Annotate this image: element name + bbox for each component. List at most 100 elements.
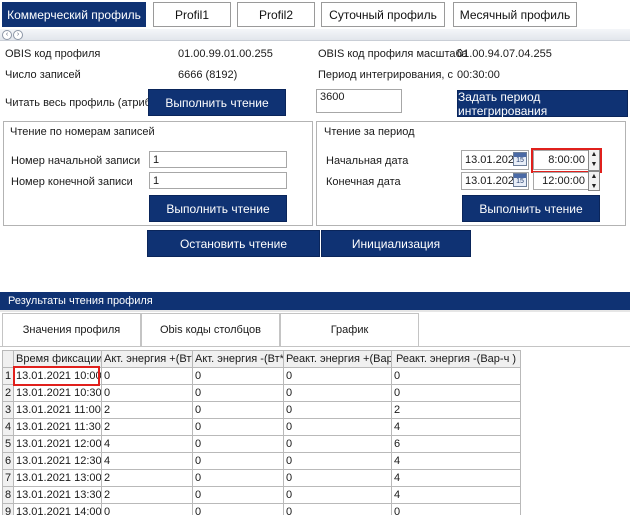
integration-period-label: Период интегрирования, с (318, 69, 454, 81)
cell-active-minus[interactable]: 0 (192, 401, 284, 419)
subtab-profile-values[interactable]: Значения профиля (2, 313, 141, 346)
cell-active-plus[interactable]: 4 (101, 452, 193, 470)
subtab-chart[interactable]: График (280, 313, 419, 346)
cell-time[interactable]: 13.01.2021 11:00:00 (13, 401, 102, 419)
row-number: 7 (2, 469, 14, 487)
cell-active-minus[interactable]: 0 (192, 503, 284, 515)
subtab-divider (0, 346, 630, 347)
tab-daily-profile[interactable]: Суточный профиль (321, 2, 445, 27)
tab-commercial-profile[interactable]: Коммерческий профиль (2, 2, 146, 27)
records-value: 6666 (8192) (178, 69, 238, 81)
cell-active-minus[interactable]: 0 (192, 384, 284, 402)
tab-monthly-profile[interactable]: Месячный профиль (453, 2, 577, 27)
column-header[interactable]: Акт. энергия +(Вт*ч ) (101, 350, 193, 368)
cell-time[interactable]: 13.01.2021 13:00:00 (13, 469, 102, 487)
cell-reactive-minus[interactable]: 0 (391, 367, 521, 385)
cell-time[interactable]: 13.01.2021 12:00:00 (13, 435, 102, 453)
cell-active-plus[interactable]: 4 (101, 435, 193, 453)
period-input[interactable]: 3600 (316, 89, 402, 113)
cell-active-minus[interactable]: 0 (192, 452, 284, 470)
obis-value: 01.00.99.01.00.255 (178, 48, 273, 60)
highlight-first-time (13, 366, 100, 386)
table-row[interactable]: 713.01.2021 13:00:002004 (2, 469, 521, 487)
end-date-label: Конечная дата (326, 176, 401, 188)
table-row[interactable]: 913.01.2021 14:00:000000 (2, 503, 521, 515)
column-header[interactable]: Реакт. энергия -(Вар-ч ) (391, 350, 521, 368)
set-period-button[interactable]: Задать период интегрирования (457, 90, 628, 118)
read-all-button[interactable]: Выполнить чтение (148, 89, 286, 116)
table-row[interactable]: 513.01.2021 12:00:004006 (2, 435, 521, 453)
cell-active-minus[interactable]: 0 (192, 469, 284, 487)
cell-reactive-plus[interactable]: 0 (283, 469, 392, 487)
cell-reactive-minus[interactable]: 4 (391, 418, 521, 436)
cell-reactive-plus[interactable]: 0 (283, 384, 392, 402)
cell-active-plus[interactable]: 0 (101, 503, 193, 515)
forward-icon[interactable]: › (13, 30, 23, 40)
cell-time[interactable]: 13.01.2021 14:00:00 (13, 503, 102, 515)
cell-active-plus[interactable]: 2 (101, 469, 193, 487)
table-header-row: Время фиксации Акт. энергия +(Вт*ч ) Акт… (2, 350, 521, 368)
cell-reactive-minus[interactable]: 6 (391, 435, 521, 453)
cell-reactive-minus[interactable]: 4 (391, 486, 521, 504)
cell-reactive-plus[interactable]: 0 (283, 503, 392, 515)
table-row[interactable]: 813.01.2021 13:30:002004 (2, 486, 521, 504)
tab-profil2[interactable]: Profil2 (237, 2, 315, 27)
row-number: 8 (2, 486, 14, 504)
cell-reactive-plus[interactable]: 0 (283, 418, 392, 436)
obis-scale-value: 01.00.94.07.04.255 (457, 48, 552, 60)
cell-reactive-minus[interactable]: 2 (391, 401, 521, 419)
start-date-label: Начальная дата (326, 155, 409, 167)
end-time-spinner[interactable]: ▲ ▼ (588, 171, 600, 191)
cell-time[interactable]: 13.01.2021 10:30:00 (13, 384, 102, 402)
cell-reactive-plus[interactable]: 0 (283, 452, 392, 470)
column-header[interactable]: Акт. энергия -(Вт*ч ) (192, 350, 284, 368)
read-by-period-button[interactable]: Выполнить чтение (462, 195, 600, 222)
cell-reactive-plus[interactable]: 0 (283, 435, 392, 453)
cell-reactive-plus[interactable]: 0 (283, 486, 392, 504)
end-record-input[interactable]: 1 (149, 172, 287, 189)
column-header[interactable]: Время фиксации (13, 350, 102, 368)
tab-profil1[interactable]: Profil1 (153, 2, 231, 27)
subtab-obis-columns[interactable]: Obis коды столбцов (141, 313, 280, 346)
spin-up-icon[interactable]: ▲ (589, 172, 599, 182)
row-number: 9 (2, 503, 14, 515)
cell-time[interactable]: 13.01.2021 13:30:00 (13, 486, 102, 504)
calendar-icon[interactable]: 15 (513, 173, 527, 187)
calendar-icon[interactable]: 15 (513, 152, 527, 166)
cell-time[interactable]: 13.01.2021 11:30:00 (13, 418, 102, 436)
cell-reactive-plus[interactable]: 0 (283, 401, 392, 419)
cell-active-plus[interactable]: 2 (101, 418, 193, 436)
cell-time[interactable]: 13.01.2021 12:30:00 (13, 452, 102, 470)
cell-active-minus[interactable]: 0 (192, 418, 284, 436)
cell-active-minus[interactable]: 0 (192, 435, 284, 453)
cell-active-plus[interactable]: 0 (101, 384, 193, 402)
cell-active-minus[interactable]: 0 (192, 367, 284, 385)
obis-scale-label: OBIS код профиля масштаба (318, 48, 468, 60)
integration-period-value: 00:30:00 (457, 69, 500, 81)
cell-reactive-plus[interactable]: 0 (283, 367, 392, 385)
cell-active-plus[interactable]: 2 (101, 486, 193, 504)
end-time-input[interactable]: 12:00:00 (533, 172, 589, 190)
back-icon[interactable]: ‹ (2, 30, 12, 40)
row-number: 6 (2, 452, 14, 470)
table-row[interactable]: 313.01.2021 11:00:002002 (2, 401, 521, 419)
cell-reactive-minus[interactable]: 0 (391, 503, 521, 515)
table-row[interactable]: 213.01.2021 10:30:000000 (2, 384, 521, 402)
cell-reactive-minus[interactable]: 0 (391, 384, 521, 402)
cell-active-plus[interactable]: 0 (101, 367, 193, 385)
records-label: Число записей (5, 69, 81, 81)
spin-down-icon[interactable]: ▼ (589, 182, 599, 192)
cell-active-minus[interactable]: 0 (192, 486, 284, 504)
cell-active-plus[interactable]: 2 (101, 401, 193, 419)
column-header[interactable]: Реакт. энергия +(Вар-ч ) (283, 350, 392, 368)
table-row[interactable]: 613.01.2021 12:30:004004 (2, 452, 521, 470)
row-number: 2 (2, 384, 14, 402)
stop-reading-button[interactable]: Остановить чтение (147, 230, 320, 257)
table-row[interactable]: 413.01.2021 11:30:002004 (2, 418, 521, 436)
read-by-records-title: Чтение по номерам записей (10, 126, 155, 138)
cell-reactive-minus[interactable]: 4 (391, 452, 521, 470)
cell-reactive-minus[interactable]: 4 (391, 469, 521, 487)
start-record-input[interactable]: 1 (149, 151, 287, 168)
read-by-records-button[interactable]: Выполнить чтение (149, 195, 287, 222)
initialization-button[interactable]: Инициализация (321, 230, 471, 257)
